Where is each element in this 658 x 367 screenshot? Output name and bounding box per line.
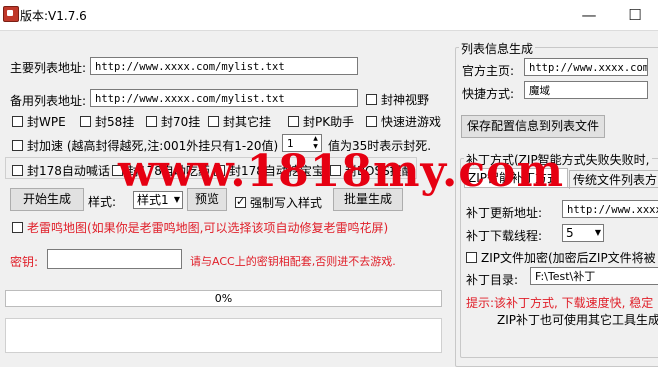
checkbox-box[interactable] — [235, 195, 246, 208]
checkbox-box[interactable] — [12, 222, 23, 233]
checkbox-box[interactable] — [366, 94, 377, 105]
list-info-group-title: 列表信息生成 — [459, 40, 536, 57]
primary-list-input[interactable]: http://www.xxxx.com/mylist.txt — [90, 57, 358, 75]
patch-url-input[interactable]: http://www.xxxx. — [562, 200, 658, 218]
checkbox-label: 封178自动喊话 — [27, 164, 110, 178]
checkbox-block-58[interactable]: 封58挂 — [80, 113, 134, 130]
shortcut-input[interactable]: 魔域 — [524, 81, 648, 99]
primary-list-label: 主要列表地址: — [10, 61, 87, 75]
checkbox-box[interactable] — [80, 116, 91, 127]
minimize-button[interactable]: — — [566, 0, 612, 30]
checkbox-label: ZIP文件加密(加密后ZIP文件将被 — [481, 251, 656, 265]
tip-line-2: ZIP补丁也可使用其它工具生成 — [497, 313, 658, 327]
checkbox-box[interactable] — [12, 165, 23, 176]
block-view-checkbox[interactable]: 封神视野 — [366, 91, 429, 108]
checkbox-label: 封PK助手 — [303, 115, 355, 129]
key-label: 密钥: — [10, 255, 39, 269]
homepage-input[interactable]: http://www.xxxx.com — [524, 58, 648, 76]
checkbox-box[interactable] — [366, 116, 377, 127]
checkbox-block-70[interactable]: 封70挂 — [146, 113, 200, 130]
checkbox-block-178-shout[interactable]: 封178自动喊话 — [12, 162, 110, 179]
title-bar: 版本:V1.7.6 — ☐ — [0, 0, 658, 31]
checkbox-label: 封WPE — [27, 115, 66, 129]
checkbox-box[interactable] — [12, 140, 23, 151]
checkbox-quick-enter[interactable]: 快速进游戏 — [366, 113, 441, 130]
maximize-button[interactable]: ☐ — [612, 0, 658, 30]
checkbox-label: 封其它挂 — [223, 115, 272, 129]
checkbox-zip-encrypt[interactable]: ZIP文件加密(加密后ZIP文件将被 — [466, 249, 656, 266]
checkbox-box[interactable] — [12, 116, 23, 127]
patch-dir-input[interactable]: F:\Test\补丁 — [530, 267, 658, 285]
progress-bar: 0% — [5, 290, 442, 307]
app-icon — [3, 6, 19, 22]
key-hint: 请与ACC上的密钥相配套,否则进不去游戏. — [190, 255, 396, 268]
checkbox-leitu-map[interactable]: 老雷鸣地图(如果你是老雷鸣地图,可以选择该项自动修复老雷鸣花屏) — [12, 219, 388, 236]
checkbox-label: 快速进游戏 — [381, 115, 442, 129]
homepage-label: 官方主页: — [462, 64, 515, 78]
backup-list-label: 备用列表地址: — [10, 94, 87, 108]
block-view-label: 封神视野 — [381, 93, 430, 107]
checkbox-block-other[interactable]: 封其它挂 — [208, 113, 271, 130]
shortcut-label: 快捷方式: — [462, 87, 515, 101]
threads-select[interactable]: 5 ▼ — [562, 224, 604, 242]
style-label: 样式: — [88, 195, 117, 209]
progress-text: 0% — [214, 292, 233, 305]
threads-value: 5 — [566, 226, 574, 240]
checkbox-label: 封70挂 — [161, 115, 201, 129]
generate-button[interactable]: 开始生成 — [10, 188, 84, 211]
tip-line-1: 提示:该补丁方式, 下载速度快, 稳定 — [466, 296, 654, 310]
checkbox-box[interactable] — [288, 116, 299, 127]
watermark: www.1818my.com — [118, 146, 565, 197]
checkbox-box[interactable] — [146, 116, 157, 127]
key-input[interactable] — [47, 249, 182, 269]
checkbox-block-pk[interactable]: 封PK助手 — [288, 113, 354, 130]
checkbox-label: 封58挂 — [95, 115, 135, 129]
checkbox-box[interactable] — [208, 116, 219, 127]
window-title: 版本:V1.7.6 — [20, 9, 87, 23]
checkbox-label: 老雷鸣地图(如果你是老雷鸣地图,可以选择该项自动修复老雷鸣花屏) — [27, 221, 389, 235]
checkbox-block-wpe[interactable]: 封WPE — [12, 113, 66, 130]
patch-url-label: 补丁更新地址: — [466, 206, 543, 220]
log-box[interactable] — [5, 318, 442, 353]
patch-dir-label: 补丁目录: — [466, 273, 519, 287]
backup-list-input[interactable]: http://www.xxxx.com/mylist.txt — [90, 89, 358, 107]
threads-label: 补丁下载线程: — [466, 229, 543, 243]
checkbox-box[interactable] — [466, 252, 477, 263]
save-config-button[interactable]: 保存配置信息到列表文件 — [461, 115, 605, 138]
chevron-down-icon: ▼ — [594, 228, 601, 237]
